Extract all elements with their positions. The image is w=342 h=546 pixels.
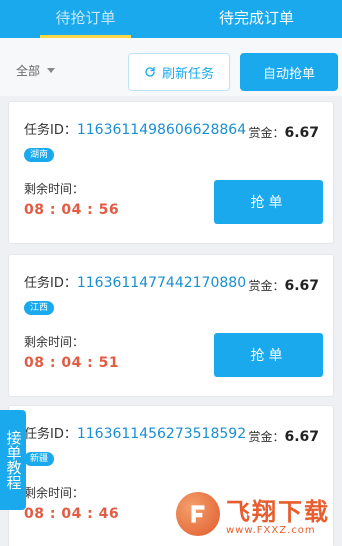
remaining-time-value: 08 : 04 : 51: [24, 355, 120, 371]
tab-pending-orders[interactable]: 待抢订单: [0, 0, 171, 38]
reward-amount: 6.67: [284, 429, 319, 445]
reward-amount: 6.67: [284, 125, 319, 141]
order-tutorial-tab[interactable]: 接单教程: [0, 410, 26, 510]
region-tag: 新疆: [24, 452, 55, 466]
auto-grab-label: 自动抢单: [262, 66, 315, 82]
task-id-label: 任务ID：: [24, 427, 77, 442]
logo-mark-icon: [191, 505, 205, 523]
remaining-time-label: 剩余时间：: [24, 182, 85, 196]
tab-to-complete-label: 待完成订单: [218, 9, 294, 27]
refresh-tasks-button[interactable]: 刷新任务: [128, 53, 230, 91]
reward: 赏金：6.67: [248, 428, 319, 445]
task-id-label: 任务ID：: [24, 276, 77, 291]
task-id-value: 1163611498606628864: [76, 122, 247, 138]
region-tag: 湖南: [24, 148, 55, 162]
watermark: 飞翔下载 www.FXXZ.com: [176, 486, 336, 542]
tab-bar: 待抢订单 待完成订单: [0, 0, 342, 38]
task-card: 任务ID：1163611477442170880 赏金：6.67 江西 剩余时间…: [8, 254, 334, 397]
remaining-time-label: 剩余时间：: [24, 335, 85, 349]
filter-label: 全部: [16, 64, 41, 78]
task-id-row: 任务ID：1163611498606628864: [24, 119, 246, 138]
reward-label: 赏金：: [248, 430, 285, 444]
reward-label: 赏金：: [248, 126, 285, 140]
region-tag: 江西: [24, 301, 55, 315]
watermark-title: 飞翔下载: [226, 498, 330, 526]
auto-grab-button[interactable]: 自动抢单: [240, 53, 338, 91]
reward: 赏金：6.67: [248, 277, 319, 294]
task-id-label: 任务ID：: [24, 123, 77, 138]
watermark-url: www.FXXZ.com: [226, 525, 316, 536]
tab-pending-label: 待抢订单: [55, 9, 116, 27]
grab-order-button[interactable]: 抢单: [214, 180, 323, 224]
watermark-text: 飞翔下载 www.FXXZ.com: [226, 492, 330, 536]
tutorial-label: 接单教程: [4, 430, 23, 490]
tab-to-complete-orders[interactable]: 待完成订单: [171, 0, 342, 38]
reward: 赏金：6.67: [248, 124, 319, 141]
task-id-value: 1163611456273518592: [76, 426, 247, 442]
grab-label: 抢单: [250, 195, 287, 211]
task-card: 任务ID：1163611498606628864 赏金：6.67 湖南 剩余时间…: [8, 101, 334, 244]
task-id-row: 任务ID：1163611477442170880: [24, 272, 246, 291]
remaining-time-value: 08 : 04 : 46: [24, 506, 120, 522]
remaining-time-value: 08 : 04 : 56: [24, 202, 120, 218]
grab-order-button[interactable]: 抢单: [214, 333, 323, 377]
reward-label: 赏金：: [248, 279, 285, 293]
task-id-row: 任务ID：1163611456273518592: [24, 423, 246, 442]
reward-amount: 6.67: [284, 278, 319, 294]
chevron-down-icon: [47, 68, 56, 73]
refresh-icon: [145, 66, 155, 77]
grab-label: 抢单: [250, 348, 287, 364]
refresh-label: 刷新任务: [161, 66, 214, 82]
region-filter-dropdown[interactable]: 全部: [16, 62, 56, 79]
fxxz-logo-icon: [176, 492, 220, 536]
task-id-value: 1163611477442170880: [76, 275, 247, 291]
remaining-time-label: 剩余时间：: [24, 486, 85, 500]
